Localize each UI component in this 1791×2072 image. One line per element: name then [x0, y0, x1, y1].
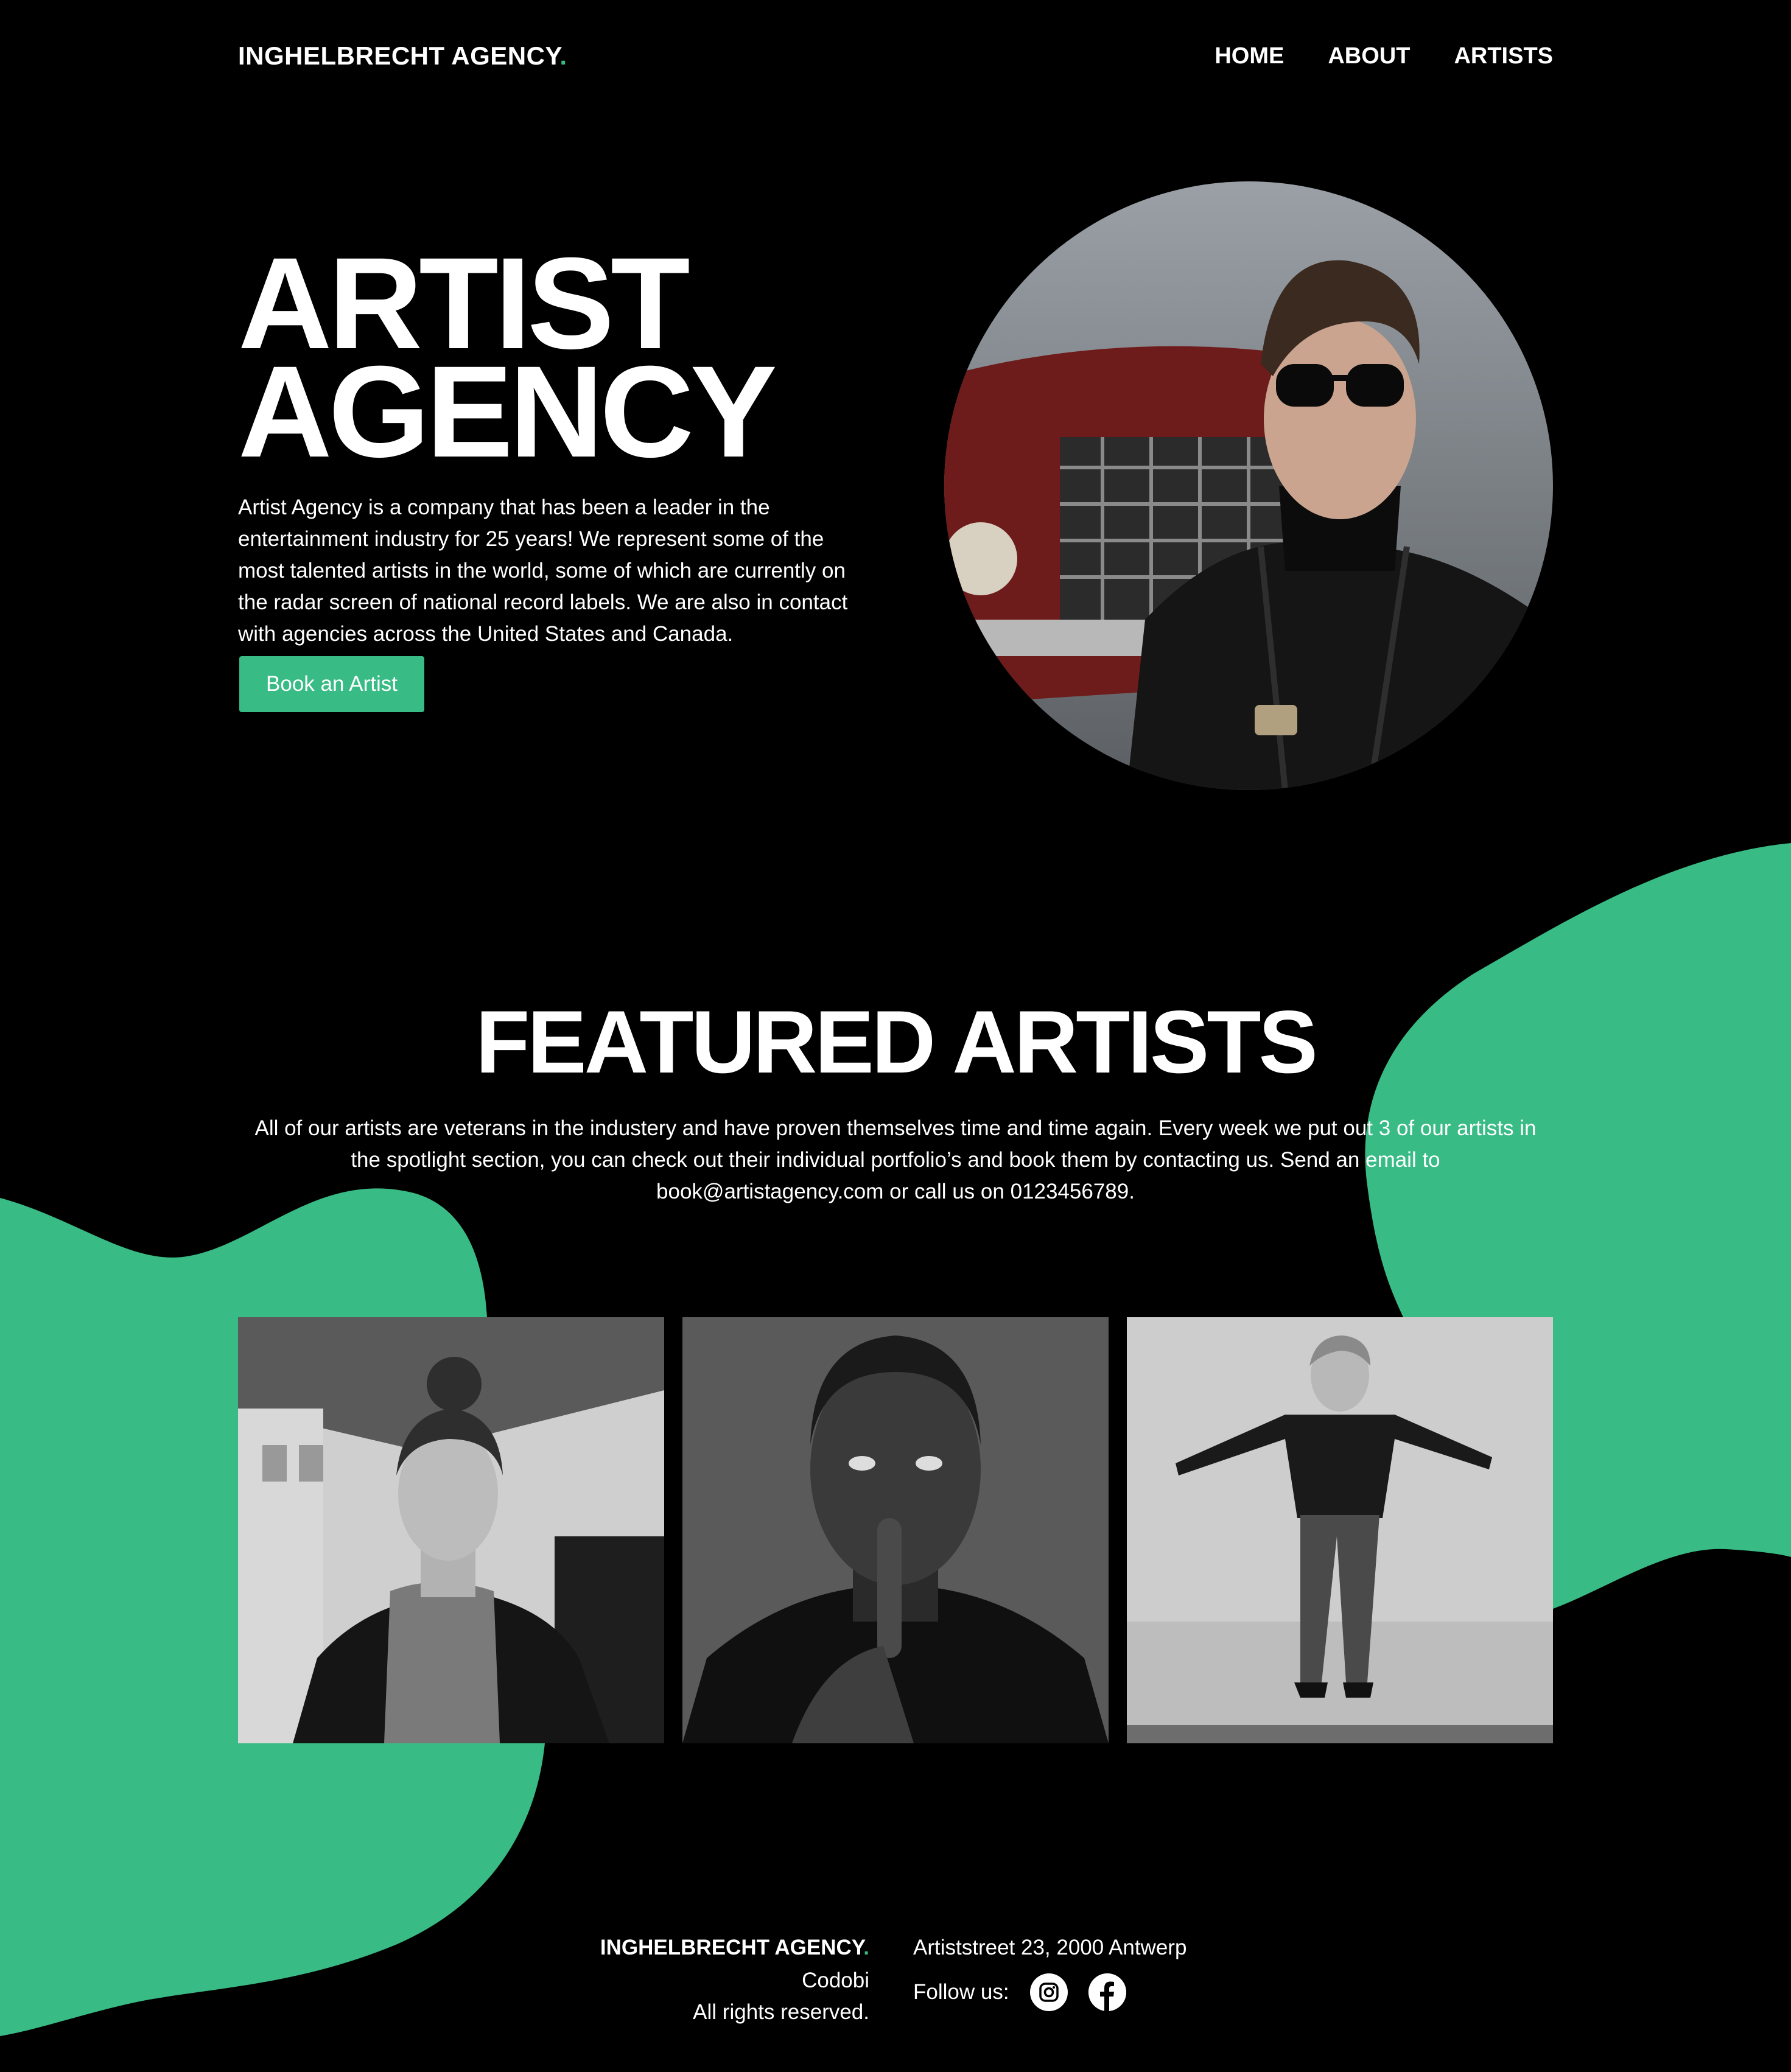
footer-brand-block: INGHELBRECHT AGENCY. Codobi All rights r…: [487, 1931, 869, 2028]
nav-menu: HOME ABOUT ARTISTS: [1214, 38, 1553, 74]
nav-about-link[interactable]: ABOUT: [1328, 38, 1410, 74]
artist-card-1-image[interactable]: [238, 1317, 664, 1743]
top-nav: INGHELBRECHT AGENCY. HOME ABOUT ARTISTS: [238, 38, 1553, 74]
footer-follow-row: Follow us:: [913, 1973, 1186, 2011]
featured-artists-description: All of our artists are veterans in the i…: [254, 1116, 1537, 1203]
footer-rights: All rights reserved.: [693, 2000, 869, 2024]
footer-company: Codobi: [802, 1969, 869, 1992]
artist-card-2-image[interactable]: [682, 1317, 1109, 1743]
artist-card-3-image[interactable]: [1127, 1317, 1553, 1743]
hero-title: ARTIST AGENCY: [238, 231, 777, 485]
brand-logo[interactable]: INGHELBRECHT AGENCY.: [238, 38, 567, 74]
nav-artists-link[interactable]: ARTISTS: [1454, 38, 1553, 74]
follow-us-label: Follow us:: [913, 1980, 1009, 2004]
hero-portrait-image: [944, 181, 1553, 790]
footer-logo[interactable]: INGHELBRECHT AGENCY.: [487, 1931, 869, 1965]
footer-address: Artiststreet 23, 2000 Antwerp: [913, 1936, 1187, 1959]
book-artist-button[interactable]: Book an Artist: [239, 656, 424, 712]
facebook-icon[interactable]: [1088, 1973, 1126, 2011]
footer-contact-block: Artiststreet 23, 2000 Antwerp Follow us:: [913, 1931, 1186, 2011]
nav-home-link[interactable]: HOME: [1214, 38, 1284, 74]
footer-logo-dot: .: [863, 1936, 869, 1959]
featured-artists-title: FEATURED ARTISTS: [475, 992, 1318, 1091]
hero-description: Artist Agency is a company that has been…: [238, 495, 848, 646]
instagram-icon[interactable]: [1029, 1973, 1068, 2011]
brand-logo-dot: .: [559, 41, 567, 70]
